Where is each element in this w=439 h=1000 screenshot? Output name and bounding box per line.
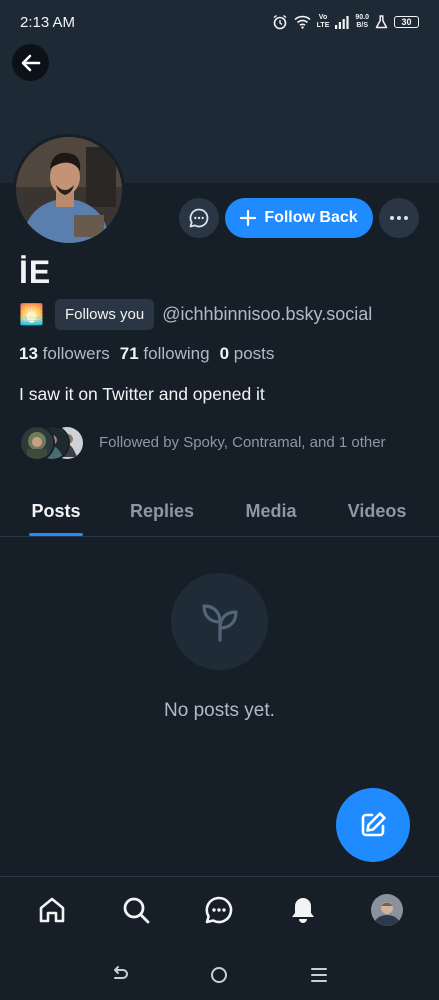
- follows-you-badge: Follows you: [55, 299, 155, 330]
- follow-back-button[interactable]: Follow Back: [225, 198, 373, 238]
- message-button[interactable]: [179, 198, 219, 238]
- chat-bubble-icon: [189, 208, 209, 228]
- profile-avatar[interactable]: [13, 134, 125, 246]
- tab-replies[interactable]: Replies: [125, 486, 199, 536]
- known-follower-avatar: [19, 425, 55, 461]
- tab-media[interactable]: Media: [239, 486, 303, 536]
- chat-icon: [206, 896, 233, 923]
- avatar: [371, 893, 404, 926]
- system-home-icon[interactable]: [209, 965, 229, 985]
- posts-stat: 0 posts: [219, 344, 275, 363]
- network-speed: 90.0 B/S: [355, 14, 369, 29]
- ellipsis-icon: [390, 216, 408, 220]
- empty-state-icon-circle: [171, 573, 268, 670]
- profile-meta-row: 🌅 Follows you @ichhbinnisoo.bsky.social: [19, 298, 372, 331]
- back-button[interactable]: [12, 44, 49, 81]
- sprout-icon: [201, 603, 238, 642]
- nav-home[interactable]: [30, 888, 74, 932]
- arrow-left-icon: [21, 54, 40, 71]
- battery-indicator: 30: [394, 16, 419, 28]
- nav-chat[interactable]: [197, 888, 241, 932]
- status-bar: 2:13 AM Vo LTE 90.0 B/S 30: [0, 0, 439, 44]
- profile-stats: 13 followers 71 following 0 posts: [19, 344, 274, 364]
- followed-by-text: Followed by Spoky, Contramal, and 1 othe…: [99, 434, 386, 451]
- sunrise-emoji: 🌅: [19, 304, 44, 326]
- known-followers-avatars: [19, 424, 85, 462]
- signal-icon: [335, 15, 349, 29]
- following-stat[interactable]: 71 following: [120, 344, 210, 364]
- plus-icon: [240, 210, 257, 226]
- known-followers[interactable]: Followed by Spoky, Contramal, and 1 othe…: [19, 424, 419, 462]
- tab-videos[interactable]: Videos: [343, 486, 411, 536]
- flask-icon: [375, 15, 388, 29]
- empty-state-text: No posts yet.: [164, 700, 275, 721]
- home-icon: [39, 897, 65, 922]
- nav-search[interactable]: [114, 888, 158, 932]
- nav-notifications[interactable]: [281, 888, 325, 932]
- network-type: Vo LTE: [316, 14, 330, 29]
- status-time: 2:13 AM: [20, 13, 76, 31]
- more-options-button[interactable]: [379, 198, 419, 238]
- wifi-icon: [294, 15, 311, 29]
- nav-profile[interactable]: [365, 888, 409, 932]
- system-recents-icon[interactable]: [309, 965, 329, 985]
- profile-handle: @ichhbinnisoo.bsky.social: [162, 304, 373, 324]
- status-icons: Vo LTE 90.0 B/S 30: [272, 14, 419, 30]
- bottom-navigation: [0, 876, 439, 942]
- system-back-icon[interactable]: [110, 965, 130, 985]
- tab-posts[interactable]: Posts: [29, 486, 83, 536]
- bell-icon: [292, 897, 315, 923]
- compose-post-button[interactable]: [336, 788, 410, 862]
- compose-icon: [361, 812, 386, 837]
- followers-stat[interactable]: 13 followers: [19, 344, 110, 364]
- profile-bio: I saw it on Twitter and opened it: [19, 384, 265, 404]
- display-name: İE: [19, 254, 52, 290]
- profile-tabs: Posts Replies Media Videos: [0, 486, 439, 537]
- alarm-icon: [273, 14, 287, 30]
- system-navigation-bar: [0, 950, 439, 1000]
- search-icon: [123, 897, 150, 923]
- follow-back-label: Follow Back: [264, 209, 358, 226]
